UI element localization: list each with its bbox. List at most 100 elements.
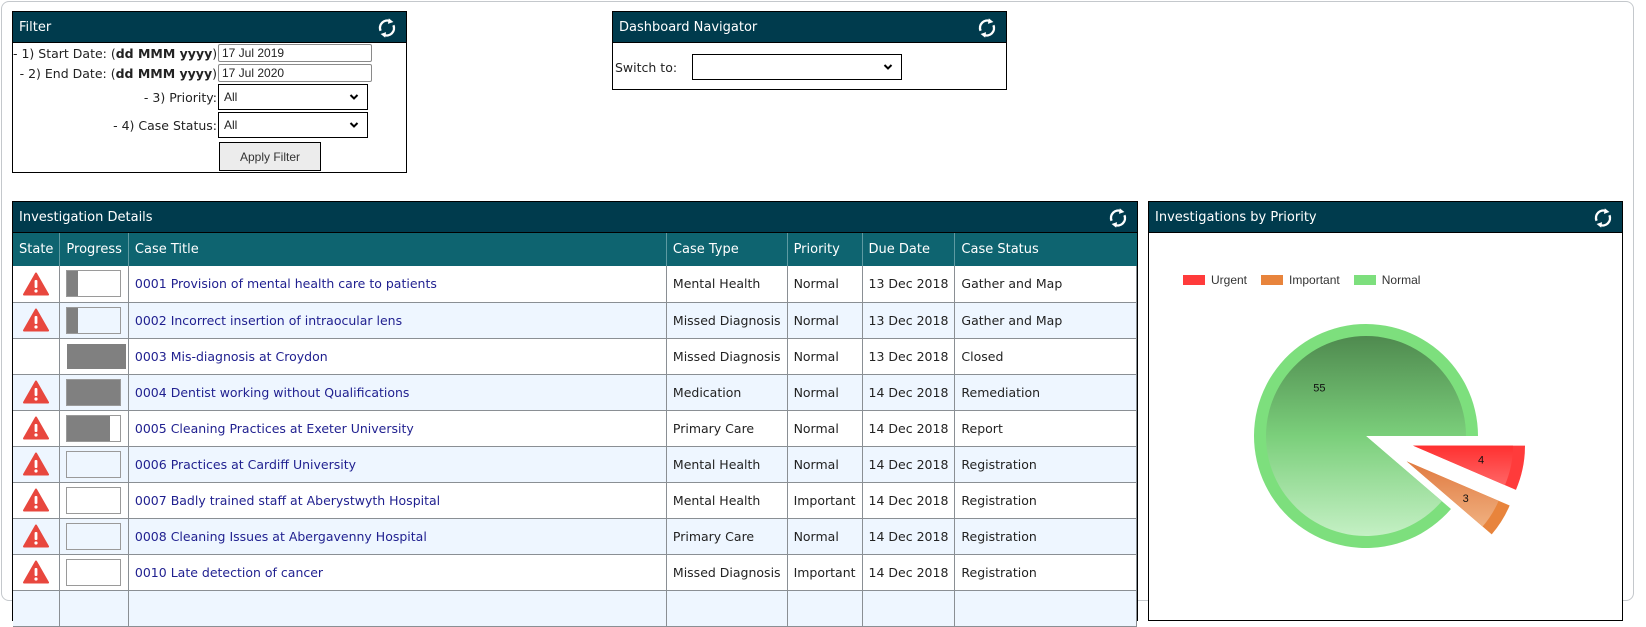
case-status-cell: Report [954, 410, 1137, 447]
table-row[interactable]: 0010 Late detection of cancer Missed Diag… [13, 554, 1137, 591]
column-header-due-date[interactable]: Due Date [861, 233, 955, 266]
column-header-case-title[interactable]: Case Title [127, 233, 667, 266]
case-status-cell: Remediation [954, 374, 1137, 411]
progress-bar [66, 558, 122, 586]
due-date-cell: 14 Dec 2018 [861, 446, 956, 483]
case-title-link[interactable]: 0004 Dentist working without Qualificati… [135, 385, 410, 400]
table-row[interactable]: 0004 Dentist working without Qualificati… [13, 374, 1137, 411]
case-title-link[interactable]: 0005 Cleaning Practices at Exeter Univer… [135, 421, 414, 436]
table-row[interactable]: 0005 Cleaning Practices at Exeter Univer… [13, 410, 1137, 447]
state-cell [13, 518, 61, 555]
case-status-cell: Closed [954, 338, 1137, 375]
chevron-down-icon [349, 122, 359, 128]
case-title-cell: 0005 Cleaning Practices at Exeter Univer… [127, 410, 667, 447]
switch-to-row: Switch to: [615, 54, 903, 80]
refresh-icon[interactable] [976, 17, 998, 39]
apply-filter-button[interactable]: Apply Filter [219, 142, 321, 171]
end-date-input[interactable]: 17 Jul 2020 [218, 64, 372, 82]
table-row[interactable]: 0007 Badly trained staff at Aberystwyth … [13, 482, 1137, 519]
pie-slice-inner-normal [1266, 336, 1466, 536]
case-status-label: - 4) Case Status: [113, 117, 217, 133]
state-cell [13, 374, 61, 411]
progress-cell [59, 554, 129, 591]
priority-cell: Normal [786, 518, 863, 555]
warning-icon [23, 308, 50, 332]
case-type-cell: Medication [665, 374, 788, 411]
case-status-cell: Registration [954, 518, 1137, 555]
table-row[interactable]: 0001 Provision of mental health care to … [13, 266, 1137, 303]
priority-cell: Normal [786, 410, 863, 447]
state-cell [13, 482, 61, 519]
state-cell [13, 410, 61, 447]
column-header-case-status[interactable]: Case Status [954, 233, 1137, 266]
case-title-cell: 0002 Incorrect insertion of intraocular … [127, 302, 667, 339]
progress-fill [67, 307, 79, 333]
priority-select[interactable]: All [218, 84, 368, 110]
dashboard-navigator-panel: Dashboard Navigator Switch to: [612, 11, 1007, 90]
details-panel-title: Investigation Details [19, 209, 153, 225]
priority-cell [786, 590, 863, 627]
column-header-case-type[interactable]: Case Type [665, 233, 788, 266]
due-date-cell: 14 Dec 2018 [861, 518, 956, 555]
column-header-priority[interactable]: Priority [786, 233, 863, 266]
progress-cell [59, 302, 129, 339]
column-header-state[interactable]: State [13, 233, 60, 266]
progress-cell [59, 338, 129, 375]
case-type-cell: Primary Care [665, 410, 788, 447]
case-title-link[interactable]: 0001 Provision of mental health care to … [135, 276, 437, 291]
table-row[interactable]: 0006 Practices at Cardiff University Ment… [13, 446, 1137, 483]
warning-icon [23, 272, 50, 296]
filter-panel-header: Filter [13, 12, 406, 43]
state-cell [13, 266, 61, 303]
progress-bar [66, 450, 122, 478]
case-title-cell: 0001 Provision of mental health care to … [127, 266, 667, 303]
progress-bar [66, 378, 122, 406]
table-row[interactable] [13, 590, 1137, 627]
case-status-cell [954, 590, 1137, 627]
refresh-icon[interactable] [1107, 207, 1129, 229]
case-status-select[interactable]: All [218, 112, 368, 138]
due-date-cell: 13 Dec 2018 [861, 266, 956, 303]
table-row[interactable]: 0003 Mis-diagnosis at Croydon Missed Diag… [13, 338, 1137, 375]
state-cell [13, 302, 61, 339]
case-title-link[interactable]: 0010 Late detection of cancer [135, 565, 323, 580]
state-cell [13, 590, 61, 627]
progress-cell [59, 518, 129, 555]
case-title-link[interactable]: 0006 Practices at Cardiff University [135, 457, 356, 472]
filter-panel-title: Filter [19, 19, 52, 35]
refresh-icon[interactable] [376, 17, 398, 39]
table-header-row: State Progress Case Title Case Type Prio… [13, 233, 1137, 266]
priority-label: - 3) Priority: [143, 89, 217, 105]
priority-cell: Normal [786, 266, 863, 303]
pie-data-label-normal: 55 [1313, 383, 1325, 395]
case-status-cell: Registration [954, 482, 1137, 519]
case-type-cell: Missed Diagnosis [665, 554, 788, 591]
case-title-link[interactable]: 0008 Cleaning Issues at Abergavenny Hosp… [135, 529, 427, 544]
warning-icon [23, 488, 50, 512]
column-header-progress[interactable]: Progress [59, 233, 129, 266]
case-type-cell: Primary Care [665, 518, 788, 555]
case-title-link[interactable]: 0007 Badly trained staff at Aberystwyth … [135, 493, 440, 508]
investigations-by-priority-panel: Investigations by Priority Urgent Import… [1148, 201, 1623, 621]
table-row[interactable]: 0002 Incorrect insertion of intraocular … [13, 302, 1137, 339]
start-date-label: - 1) Start Date: (dd MMM yyyy) [13, 45, 218, 61]
state-cell [13, 446, 61, 483]
table-row[interactable]: 0008 Cleaning Issues at Abergavenny Hosp… [13, 518, 1137, 555]
start-date-input[interactable]: 17 Jul 2019 [218, 44, 372, 62]
chevron-down-icon [883, 64, 893, 70]
warning-icon [23, 452, 50, 476]
pie-panel-title: Investigations by Priority [1155, 209, 1317, 225]
due-date-cell: 13 Dec 2018 [861, 338, 956, 375]
switch-to-select[interactable] [692, 54, 903, 80]
progress-cell [59, 446, 129, 483]
case-title-cell [127, 590, 667, 627]
case-title-cell: 0007 Badly trained staff at Aberystwyth … [127, 482, 667, 519]
case-title-link[interactable]: 0002 Incorrect insertion of intraocular … [135, 313, 402, 328]
start-date-row: - 1) Start Date: (dd MMM yyyy) 17 Jul 20… [13, 44, 372, 62]
refresh-icon[interactable] [1592, 207, 1614, 229]
progress-cell [59, 482, 129, 519]
case-type-cell: Missed Diagnosis [665, 338, 788, 375]
warning-icon [23, 416, 50, 440]
case-type-cell: Missed Diagnosis [665, 302, 788, 339]
case-title-link[interactable]: 0003 Mis-diagnosis at Croydon [135, 349, 328, 364]
